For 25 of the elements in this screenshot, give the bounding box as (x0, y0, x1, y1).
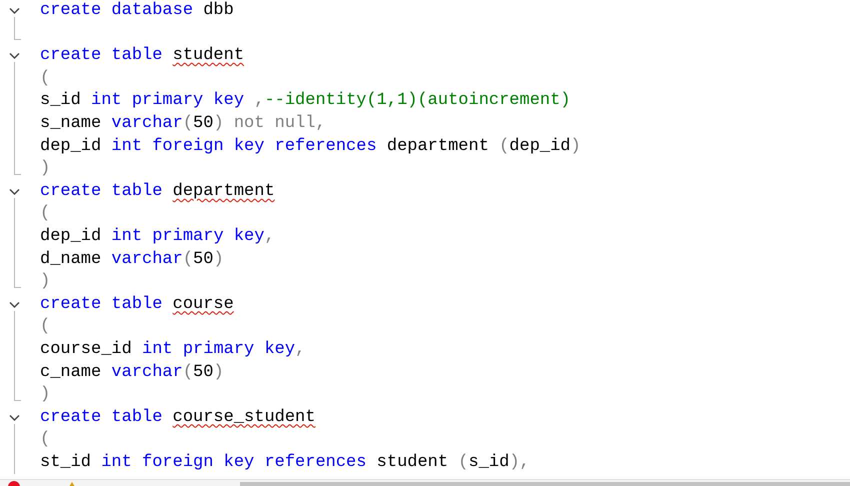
code-line: ( (40, 316, 50, 338)
code-line: dep_id int foreign key references department (dep_id) (40, 136, 581, 157)
code-line: st_id int foreign key references student (s_id), (40, 452, 530, 473)
collapse-chevron-icon[interactable] (9, 52, 20, 60)
collapse-chevron-icon[interactable] (9, 300, 20, 309)
collapse-chevron-icon[interactable] (9, 414, 20, 422)
code-line: ) (40, 384, 50, 406)
code-line: d_name varchar(50) (40, 248, 224, 270)
code-line: ) (40, 158, 50, 180)
code-line: course_id int primary key, (40, 338, 306, 360)
code-line: ( (40, 68, 50, 89)
code-line: c_name varchar(50) (40, 362, 224, 382)
code-line: dep_id int primary key, (40, 226, 275, 247)
collapse-chevron-icon[interactable] (9, 188, 20, 196)
collapse-chevron-icon[interactable] (9, 7, 20, 15)
code-line: ( (40, 203, 50, 224)
code-line: create table course_student (40, 406, 316, 428)
code-line: ( (40, 429, 50, 450)
code-line: ) (40, 271, 50, 292)
code-line: create table student (40, 45, 244, 66)
code-line: create database dbb (40, 0, 234, 21)
code-line: create table department (40, 180, 275, 202)
code-line: create table course (40, 294, 234, 315)
code-line: s_name varchar(50) not null, (40, 112, 326, 134)
code-line: s_id int primary key ,--identity(1,1)(autoincrement) (40, 90, 571, 112)
